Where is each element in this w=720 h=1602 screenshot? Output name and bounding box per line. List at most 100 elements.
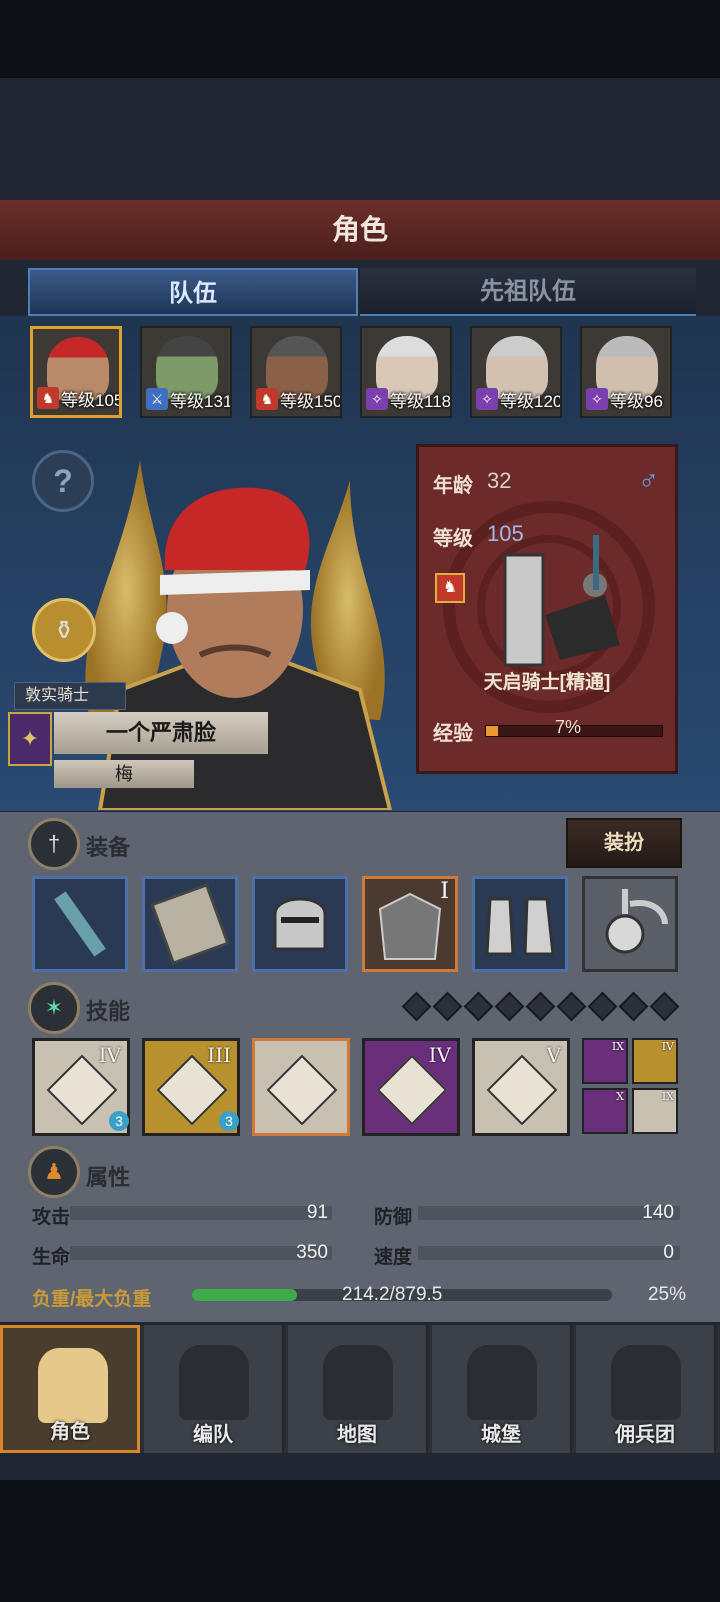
- equip-slot-boots[interactable]: [472, 876, 568, 972]
- nav-label: 角色: [50, 1421, 90, 1443]
- mini-skill-tier: X: [616, 1090, 624, 1103]
- equip-slot-armor[interactable]: I: [362, 876, 458, 972]
- nav-label: 佣兵团: [615, 1424, 675, 1446]
- equip-slot-weapon[interactable]: [32, 876, 128, 972]
- nav-castle[interactable]: 城堡: [432, 1325, 572, 1453]
- defense-value: 140: [642, 1202, 674, 1223]
- tab-ancestor-team[interactable]: 先祖队伍: [360, 268, 696, 316]
- exp-percent: 7%: [555, 717, 582, 737]
- outfit-button[interactable]: 装扮: [566, 818, 682, 868]
- hero-title-badge: 敦实骑士: [25, 687, 90, 704]
- nav-label: 地图: [337, 1424, 377, 1446]
- nav-map[interactable]: 地图: [288, 1325, 428, 1453]
- speed-value: 0: [663, 1242, 674, 1263]
- skill-star-icon: ✶: [28, 982, 80, 1034]
- mini-skill-slot[interactable]: IV: [632, 1038, 678, 1084]
- mini-skill-tier: IV: [661, 1040, 674, 1053]
- amulet-icon: [605, 889, 668, 954]
- helmet-icon: [273, 897, 327, 951]
- team-member-slot[interactable]: ✧ 等级96: [580, 326, 672, 418]
- skill-slot[interactable]: [252, 1038, 350, 1136]
- team-member-slot[interactable]: ✧ 等级120: [470, 326, 562, 418]
- bottom-navigation: 角色 编队 地图 城堡 佣兵团: [0, 1325, 720, 1453]
- sword-icon: ⚔: [146, 388, 168, 410]
- member-level: 等级131: [170, 392, 232, 411]
- knight-icon: [38, 1348, 108, 1423]
- team-member-slot[interactable]: ⚔ 等级131: [140, 326, 232, 418]
- speed-label: 速度: [374, 1247, 413, 1268]
- skill-slot[interactable]: IV: [362, 1038, 460, 1136]
- equip-slot-shield[interactable]: [142, 876, 238, 972]
- load-percent: 25%: [647, 1284, 686, 1305]
- skill-rank-badge: 3: [219, 1111, 239, 1131]
- hero-subname: 梅: [115, 764, 133, 784]
- skill-tier: III: [207, 1043, 231, 1067]
- equip-slot-helmet[interactable]: [252, 876, 348, 972]
- skill-slot[interactable]: IV 3: [32, 1038, 130, 1136]
- mini-skill-tier: IX: [611, 1040, 624, 1053]
- hp-label: 生命: [32, 1247, 71, 1268]
- member-level: 等级150: [280, 392, 342, 411]
- mini-skill-slot[interactable]: IX: [582, 1038, 628, 1084]
- horse-icon: ♞: [37, 387, 59, 409]
- mini-skill-slot[interactable]: X: [582, 1088, 628, 1134]
- class-name: 天启骑士[精通]: [483, 672, 611, 693]
- age-value: 32: [487, 468, 512, 493]
- attributes-label: 属性: [86, 1165, 131, 1190]
- mercenary-icon: [611, 1345, 681, 1420]
- level-label: 等级: [433, 528, 473, 550]
- hero-name: 一个严肃脸: [105, 720, 216, 745]
- member-level: 等级105: [61, 391, 122, 410]
- mini-skill-tier: IX: [661, 1090, 674, 1103]
- hero-nameplate: 敦实骑士 ✦ 一个严肃脸 梅: [0, 682, 270, 797]
- staff-icon: ✧: [476, 388, 498, 410]
- person-icon: ♟: [28, 1146, 80, 1198]
- map-icon: [323, 1345, 393, 1420]
- skill-tier: V: [546, 1043, 561, 1067]
- member-level: 等级96: [610, 392, 663, 411]
- skill-rank-badge: 3: [109, 1111, 129, 1131]
- hero-info-panel: 年龄 32 ♂ 等级 105 ♞ 天启骑士[精通] 经验 7%: [416, 444, 678, 774]
- castle-icon: [467, 1345, 537, 1420]
- nav-mercenary[interactable]: 佣兵团: [576, 1325, 716, 1453]
- team-member-slot[interactable]: ♞ 等级150: [250, 326, 342, 418]
- formation-icon: [179, 1345, 249, 1420]
- member-level: 等级118: [390, 392, 452, 411]
- team-member-slot[interactable]: ♞ 等级105: [30, 326, 122, 418]
- male-icon: ♂: [638, 465, 659, 496]
- skill-slot[interactable]: V: [472, 1038, 570, 1136]
- mini-skill-slot[interactable]: IX: [632, 1088, 678, 1134]
- hp-value: 350: [296, 1242, 328, 1263]
- boots-icon: [485, 897, 555, 956]
- page-title: 角色: [0, 200, 720, 260]
- skill-tier: IV: [428, 1043, 451, 1067]
- equip-slot-amulet[interactable]: [582, 876, 678, 972]
- load-bar-fill: [192, 1289, 297, 1301]
- skills-label: 技能: [86, 999, 131, 1024]
- tab-team[interactable]: 队伍: [28, 268, 358, 316]
- attack-label: 攻击: [32, 1207, 71, 1228]
- horse-icon: ♞: [435, 573, 465, 603]
- nav-knight[interactable]: 角色: [0, 1325, 140, 1453]
- knight-unit-icon: [503, 535, 620, 667]
- attack-value: 91: [306, 1202, 328, 1223]
- equipment-label: 装备: [86, 835, 131, 860]
- horse-icon: ♞: [256, 388, 278, 410]
- exp-bar-fill: [486, 726, 499, 736]
- banner-icon: ✦: [8, 712, 52, 766]
- load-label: 负重/最大负重: [32, 1289, 152, 1310]
- potion-icon[interactable]: ⚱: [32, 598, 96, 662]
- skill-slot[interactable]: III 3: [142, 1038, 240, 1136]
- team-member-slot[interactable]: ✧ 等级118: [360, 326, 452, 418]
- exp-label: 经验: [433, 723, 473, 745]
- staff-icon: ✧: [586, 388, 608, 410]
- staff-icon: ✧: [366, 388, 388, 410]
- defense-label: 防御: [374, 1207, 413, 1228]
- nav-label: 城堡: [481, 1424, 521, 1446]
- dagger-icon: †: [28, 818, 80, 870]
- skill-tier: IV: [98, 1043, 121, 1067]
- member-level: 等级120: [500, 392, 562, 411]
- nav-label: 编队: [193, 1424, 233, 1446]
- mace-icon: [54, 891, 106, 957]
- nav-formation[interactable]: 编队: [144, 1325, 284, 1453]
